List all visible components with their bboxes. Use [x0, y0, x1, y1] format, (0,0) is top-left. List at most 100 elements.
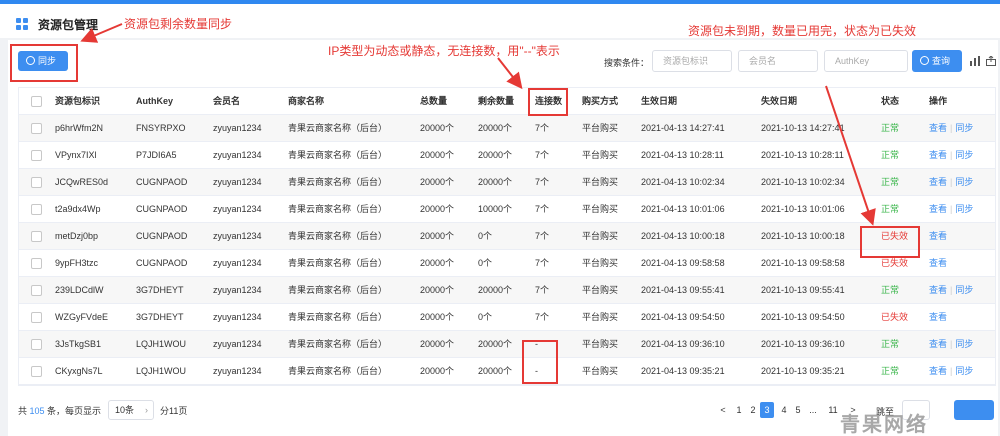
row-checkbox[interactable]	[31, 177, 42, 188]
cell-id: WZGyFVdeE	[55, 312, 109, 322]
cell-merchant: 青果云商家名称（后台）	[288, 204, 388, 214]
view-link[interactable]: 查看	[929, 123, 947, 133]
status-badge: 正常	[881, 150, 900, 160]
cell-purchase: 平台购买	[582, 150, 619, 160]
select-all-checkbox[interactable]	[31, 96, 42, 107]
page-size-value: 10条	[115, 405, 135, 415]
cell-end: 2021-10-13 09:35:21	[761, 366, 845, 376]
sync-link[interactable]: 同步	[955, 123, 973, 133]
table-row: 9ypFH3tzc CUGNPAOD zyuyan1234 青果云商家名称（后台） 20…	[19, 250, 995, 277]
page-button[interactable]: 11	[826, 402, 840, 418]
authkey-input[interactable]: AuthKey	[824, 50, 908, 72]
cell-purchase: 平台购买	[582, 231, 619, 241]
row-checkbox[interactable]	[31, 258, 42, 269]
cell-end: 2021-10-13 09:36:10	[761, 339, 845, 349]
jump-button[interactable]	[954, 400, 994, 420]
column-header: 生效日期	[641, 96, 678, 106]
row-actions: 查看 | 同步	[929, 331, 973, 358]
cell-authkey: 3G7DHEYT	[136, 312, 184, 322]
bar-chart-icon[interactable]	[970, 56, 980, 66]
cell-member: zyuyan1234	[213, 366, 262, 376]
sync-link[interactable]: 同步	[955, 339, 973, 349]
view-link[interactable]: 查看	[929, 258, 947, 268]
action-separator: |	[950, 204, 953, 214]
row-actions: 查看 | 同步	[929, 358, 973, 385]
table-row: JCQwRES0d CUGNPAOD zyuyan1234 青果云商家名称（后台） 20…	[19, 169, 995, 196]
cell-merchant: 青果云商家名称（后台）	[288, 177, 388, 187]
ip-type-annotation: IP类型为动态或静态，无连接数，用"--"表示	[328, 44, 560, 58]
cell-authkey: CUGNPAOD	[136, 177, 188, 187]
row-checkbox[interactable]	[31, 366, 42, 377]
row-checkbox[interactable]	[31, 312, 42, 323]
cell-remaining: 20000个	[478, 177, 513, 187]
cell-connections: 7个	[535, 150, 550, 160]
cell-total: 20000个	[420, 366, 455, 376]
cell-start: 2021-04-13 09:55:41	[641, 285, 725, 295]
status-badge: 正常	[881, 285, 900, 295]
status-badge: 正常	[881, 366, 900, 376]
row-checkbox[interactable]	[31, 204, 42, 215]
action-separator: |	[950, 123, 953, 133]
view-link[interactable]: 查看	[929, 339, 947, 349]
page-button[interactable]: 1	[732, 402, 746, 418]
row-actions: 查看 | 同步	[929, 115, 973, 142]
sync-link[interactable]: 同步	[955, 285, 973, 295]
cell-remaining: 20000个	[478, 150, 513, 160]
page-button[interactable]: 5	[791, 402, 805, 418]
cell-start: 2021-04-13 09:58:58	[641, 258, 725, 268]
cell-connections: 7个	[535, 177, 550, 187]
column-header: 剩余数量	[478, 96, 515, 106]
search-icon	[920, 56, 929, 65]
query-button[interactable]: 查询	[912, 50, 962, 72]
cell-member: zyuyan1234	[213, 231, 262, 241]
cell-connections: 7个	[535, 258, 550, 268]
row-checkbox[interactable]	[31, 123, 42, 134]
sync-link[interactable]: 同步	[955, 366, 973, 376]
sync-link[interactable]: 同步	[955, 177, 973, 187]
cell-member: zyuyan1234	[213, 258, 262, 268]
view-link[interactable]: 查看	[929, 150, 947, 160]
view-link[interactable]: 查看	[929, 231, 947, 241]
cell-member: zyuyan1234	[213, 150, 262, 160]
view-link[interactable]: 查看	[929, 285, 947, 295]
page-button[interactable]: 4	[777, 402, 791, 418]
row-checkbox[interactable]	[31, 285, 42, 296]
row-checkbox[interactable]	[31, 339, 42, 350]
member-name-input[interactable]: 会员名	[738, 50, 818, 72]
cell-purchase: 平台购买	[582, 123, 619, 133]
cell-member: zyuyan1234	[213, 285, 262, 295]
view-link[interactable]: 查看	[929, 312, 947, 322]
cell-id: CKyxgNs7L	[55, 366, 103, 376]
cell-merchant: 青果云商家名称（后台）	[288, 123, 388, 133]
view-link[interactable]: 查看	[929, 204, 947, 214]
column-header: 资源包标识	[55, 96, 101, 106]
page-button[interactable]: 2	[746, 402, 760, 418]
cell-merchant: 青果云商家名称（后台）	[288, 312, 388, 322]
cell-purchase: 平台购买	[582, 285, 619, 295]
table-header-row: 资源包标识 AuthKey 会员名 商家名称 总数量 剩余数量 连接数 购买方式 生效日期 失效日…	[19, 88, 995, 115]
row-checkbox[interactable]	[31, 150, 42, 161]
cell-remaining: 20000个	[478, 366, 513, 376]
cell-member: zyuyan1234	[213, 204, 262, 214]
cell-end: 2021-10-13 10:01:06	[761, 204, 845, 214]
cell-purchase: 平台购买	[582, 312, 619, 322]
cell-id: metDzj0bp	[55, 231, 99, 241]
row-actions: 查看 | 同步	[929, 142, 973, 169]
cell-start: 2021-04-13 10:01:06	[641, 204, 725, 214]
view-link[interactable]: 查看	[929, 366, 947, 376]
prev-page-button[interactable]: <	[716, 402, 730, 418]
page-size-select[interactable]: 10条 ›	[108, 400, 154, 420]
page-button[interactable]: 3	[760, 402, 774, 418]
row-checkbox[interactable]	[31, 231, 42, 242]
table-row: 239LDCdlW 3G7DHEYT zyuyan1234 青果云商家名称（后台） 20…	[19, 277, 995, 304]
cell-member: zyuyan1234	[213, 177, 262, 187]
action-separator: |	[950, 177, 953, 187]
export-icon[interactable]	[986, 55, 996, 66]
sync-link[interactable]: 同步	[955, 150, 973, 160]
cell-total: 20000个	[420, 339, 455, 349]
cell-end: 2021-10-13 09:58:58	[761, 258, 845, 268]
view-link[interactable]: 查看	[929, 177, 947, 187]
cell-merchant: 青果云商家名称（后台）	[288, 231, 388, 241]
package-id-input[interactable]: 资源包标识	[652, 50, 732, 72]
sync-link[interactable]: 同步	[955, 204, 973, 214]
